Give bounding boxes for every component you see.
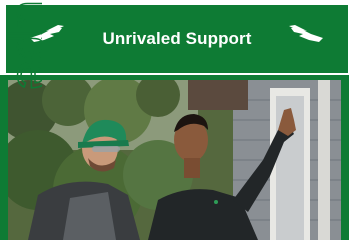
photo-frame [0, 75, 349, 240]
handshake-right-icon [289, 25, 323, 42]
screenshot-frame: Unrivaled Support upe [0, 0, 349, 240]
photo-illustration [8, 80, 341, 240]
handshake-left-icon [30, 25, 64, 42]
banner-title: Unrivaled Support [102, 29, 252, 48]
photo-two-technicians [8, 80, 341, 240]
